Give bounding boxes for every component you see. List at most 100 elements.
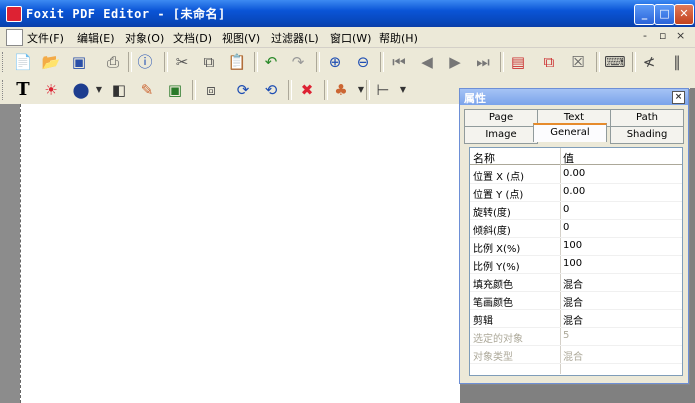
tab-image[interactable]: Image [464,126,538,144]
toolbar-separator [288,80,292,100]
property-row[interactable]: 笔画颜色 混合 [470,291,682,310]
toolbar-separator [254,52,258,72]
property-value[interactable]: 0.00 [563,186,585,197]
save-icon[interactable]: ▣ [68,51,90,73]
keyboard-icon[interactable]: ⌨ [604,51,626,73]
document-workspace[interactable] [0,104,461,403]
menu-document[interactable]: 文档(D) [173,30,212,46]
print-icon[interactable]: ⎙ [102,51,124,73]
zoom-in-icon[interactable]: ⊕ [324,51,346,73]
mdi-close-button[interactable]: × [676,29,685,42]
tab-path[interactable]: Path [610,109,684,127]
properties-panel: 属性 × Page Text Path Image General Shadin… [459,88,689,384]
tab-page[interactable]: Page [464,109,538,127]
property-value[interactable]: 0.00 [563,168,585,179]
next-page-icon[interactable]: ▶ [444,51,466,73]
window-title: Foxit PDF Editor - [未命名] [26,7,226,21]
delete-page-icon[interactable]: ☒ [567,51,589,73]
toolbar-grip[interactable] [2,80,6,100]
rotate-ccw-icon[interactable]: ⟲ [260,79,282,101]
maximize-button[interactable]: □ [654,4,675,25]
properties-panel-title: 属性 [464,92,486,105]
first-page-icon[interactable]: ⏮ [388,51,410,73]
title-bar: Foxit PDF Editor - [未命名] _ □ ✕ [0,0,695,27]
property-value[interactable]: 混合 [563,276,583,291]
property-row[interactable]: 旋转(度) 0 [470,201,682,220]
property-row[interactable]: 剪辑 混合 [470,309,682,328]
property-name: 倾斜(度) [473,226,511,237]
toolbar-separator [596,52,600,72]
property-value[interactable]: 100 [563,240,582,251]
menu-filter[interactable]: 过滤器(L) [271,30,319,46]
group-icon[interactable]: ♣ [330,79,352,101]
copy-icon[interactable]: ⧉ [198,51,220,73]
toolbar-separator [192,80,196,100]
menu-object[interactable]: 对象(O) [125,30,164,46]
properties-icon[interactable]: ▤ [507,51,529,73]
mdi-minimize-button[interactable]: - [643,29,647,42]
tab-general[interactable]: General [533,123,607,142]
undo-icon[interactable]: ↶ [260,51,282,73]
close-panel-icon[interactable]: × [672,91,685,104]
property-name: 位置 X (点) [473,172,525,183]
prev-page-icon[interactable]: ◀ [416,51,438,73]
align-icon[interactable]: ⊢ [372,79,394,101]
property-value[interactable]: 混合 [563,294,583,309]
menu-file[interactable]: 文件(F) [27,30,64,46]
text-format-icon[interactable]: ≮ [638,51,660,73]
property-row[interactable]: 比例 X(%) 100 [470,237,682,256]
redo-icon[interactable]: ↷ [287,51,309,73]
zoom-out-icon[interactable]: ⊖ [352,51,374,73]
extract-icon[interactable]: ⧉ [538,51,560,73]
properties-panel-titlebar[interactable]: 属性 × [460,89,688,105]
rotate-cw-icon[interactable]: ⟳ [232,79,254,101]
property-name: 选定的对象 [473,334,523,345]
select-icon[interactable]: ⧈ [200,79,222,101]
property-value[interactable]: 100 [563,258,582,269]
pdf-page[interactable] [20,104,461,403]
grid-header-value: 值 [563,152,574,165]
property-row[interactable]: 倾斜(度) 0 [470,219,682,238]
menu-window[interactable]: 窗口(W) [330,30,371,46]
path-tool-icon[interactable]: ◧ [108,79,130,101]
shape-dropdown-icon[interactable]: ▼ [88,79,110,101]
workspace-edge [690,88,695,403]
grid-header: 名称 值 [470,148,682,165]
property-value[interactable]: 0 [563,222,569,233]
mdi-restore-button[interactable]: ▫ [659,29,666,42]
menu-edit[interactable]: 编辑(E) [77,30,115,46]
object-props-icon[interactable]: ▣ [164,79,186,101]
property-row[interactable]: 比例 Y(%) 100 [470,255,682,274]
property-value[interactable]: 0 [563,204,569,215]
text-tool-icon[interactable]: T [12,79,34,101]
image-tool-icon[interactable]: ☀ [40,79,62,101]
paste-icon[interactable]: 📋 [226,51,248,73]
tab-shading[interactable]: Shading [610,126,684,144]
columns-icon[interactable]: ∥ [666,51,688,73]
menu-help[interactable]: 帮助(H) [379,30,418,46]
cut-icon[interactable]: ✂ [171,51,193,73]
new-document-icon[interactable]: 📄 [12,51,34,73]
align-dropdown-icon[interactable]: ▼ [392,79,414,101]
property-row[interactable]: 填充颜色 混合 [470,273,682,292]
minimize-button[interactable]: _ [634,4,655,25]
document-menu-icon[interactable] [6,29,23,46]
property-value[interactable]: 混合 [563,312,583,327]
toolbar-separator [164,52,168,72]
property-name: 笔画颜色 [473,298,513,309]
properties-grid: 名称 值 位置 X (点) 0.00 位置 Y (点) 0.00 旋转(度) 0… [469,147,683,376]
last-page-icon[interactable]: ⏭ [472,51,494,73]
property-row[interactable]: 位置 Y (点) 0.00 [470,183,682,202]
toolbar-separator [500,52,504,72]
open-folder-icon[interactable]: 📂 [40,51,62,73]
toolbar-separator [324,80,328,100]
property-row[interactable]: 位置 X (点) 0.00 [470,165,682,184]
menu-view[interactable]: 视图(V) [222,30,260,46]
info-icon[interactable]: ⓘ [134,51,156,73]
delete-object-icon[interactable]: ✖ [296,79,318,101]
close-button[interactable]: ✕ [674,4,694,25]
property-name: 比例 Y(%) [473,262,520,273]
toolbar-separator [366,80,370,100]
edit-object-icon[interactable]: ✎ [136,79,158,101]
toolbar-grip[interactable] [2,52,6,72]
